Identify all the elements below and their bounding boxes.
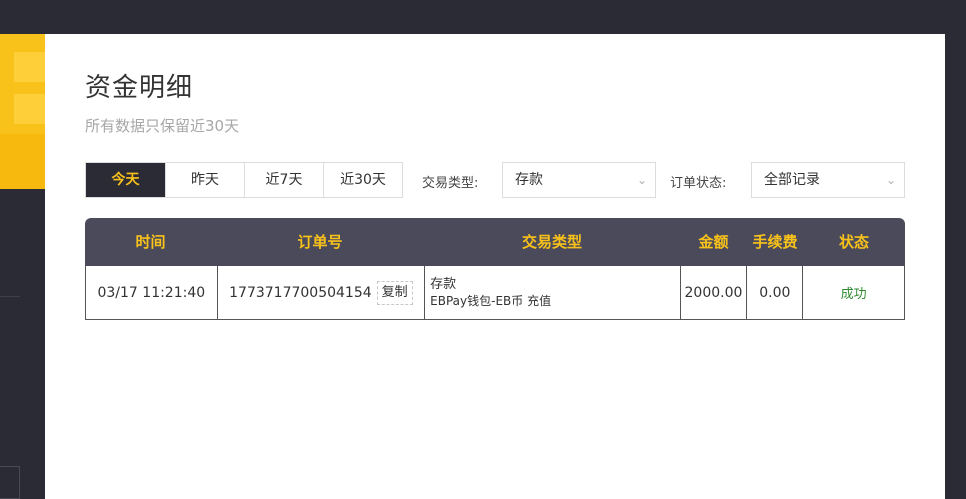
column-header-amount: 金额: [698, 233, 729, 251]
order-status-select[interactable]: 全部记录 ⌄: [751, 162, 905, 198]
status-badge: 成功: [840, 287, 867, 302]
sidebar-box: [0, 466, 20, 499]
cell-amount: 2000.00: [679, 266, 747, 319]
column-header-type: 交易类型: [521, 233, 582, 251]
chevron-down-icon: ⌄: [636, 173, 647, 187]
tab-today[interactable]: 今天: [86, 163, 165, 197]
table-header: 时间 订单号 交易类型 金额 手续费 状态: [85, 218, 905, 266]
cell-order-no: 1773717700504154 复制: [216, 266, 424, 319]
sidebar-divider: [0, 296, 20, 297]
banner-shape: [14, 52, 45, 82]
column-header-fee: 手续费: [752, 233, 798, 251]
transaction-type-select[interactable]: 存款 ⌄: [502, 162, 656, 198]
cell-fee: 0.00: [746, 266, 802, 319]
banner-shape: [0, 134, 45, 189]
page-subtitle: 所有数据只保留近30天: [85, 117, 240, 135]
column-header-order-no: 订单号: [297, 233, 343, 251]
order-number: 1773717700504154: [229, 284, 372, 301]
transaction-channel: EBPay钱包-EB币 充值: [430, 293, 552, 308]
fund-details-panel: 资金明细 所有数据只保留近30天 今天 昨天 近7天 近30天 交易类型: 存款…: [45, 34, 945, 499]
page-title: 资金明细: [85, 73, 194, 103]
column-header-time: 时间: [135, 233, 166, 251]
table-row: 03/17 11:21:40 1773717700504154 复制 存款 EB…: [85, 266, 905, 320]
transaction-type-value: 存款: [515, 172, 543, 188]
top-bar: [0, 0, 966, 34]
cell-time: 03/17 11:21:40: [97, 284, 206, 301]
tab-last-7-days[interactable]: 近7天: [244, 163, 323, 197]
tab-last-30-days[interactable]: 近30天: [323, 163, 402, 197]
column-header-status: 状态: [838, 233, 869, 251]
order-status-value: 全部记录: [764, 172, 820, 188]
tab-yesterday[interactable]: 昨天: [165, 163, 244, 197]
order-status-label: 订单状态:: [670, 176, 727, 191]
date-range-tabs: 今天 昨天 近7天 近30天: [85, 162, 403, 198]
transaction-type: 存款: [430, 276, 457, 292]
left-banner: [0, 34, 45, 189]
transaction-type-label: 交易类型:: [422, 176, 479, 191]
chevron-down-icon: ⌄: [885, 173, 896, 187]
cell-status: 成功: [802, 266, 904, 319]
right-strip: [945, 34, 966, 499]
transactions-table: 时间 订单号 交易类型 金额 手续费 状态 03/17 11:21:40 177…: [85, 218, 905, 320]
banner-shape: [14, 94, 45, 124]
copy-button[interactable]: 复制: [376, 280, 413, 305]
cell-type: 存款 EBPay钱包-EB币 充值: [424, 266, 679, 319]
